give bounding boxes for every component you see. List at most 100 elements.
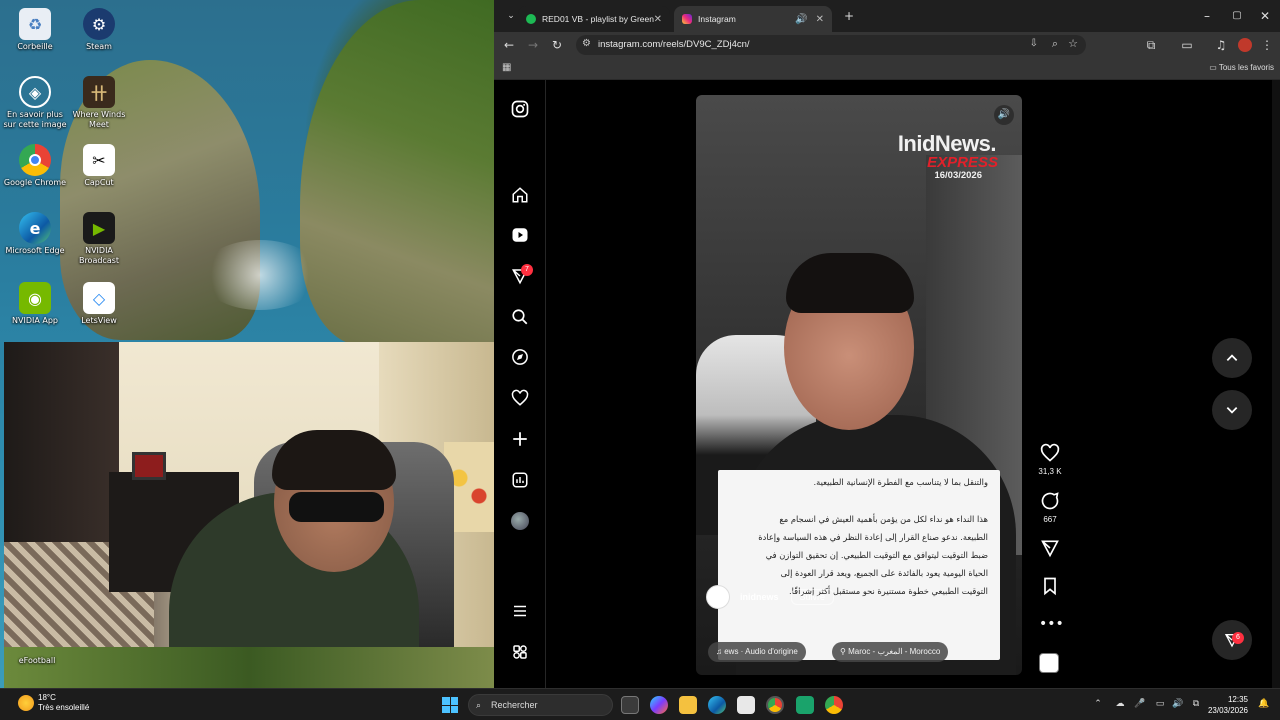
page-scrollbar[interactable]: [1272, 80, 1280, 688]
minimize-button[interactable]: –: [1192, 6, 1222, 26]
desktop-icon-letsview[interactable]: ◇ LetsView: [64, 282, 134, 326]
close-window-button[interactable]: ✕: [1250, 6, 1280, 26]
speaker-icon[interactable]: 🔊: [1172, 698, 1184, 710]
menu-icon[interactable]: ⋮: [1258, 36, 1276, 54]
audio-playing-icon[interactable]: 🔊: [795, 14, 807, 25]
store-icon[interactable]: [737, 696, 755, 714]
media-control-icon[interactable]: ♫: [1212, 36, 1230, 54]
cloud-icon[interactable]: ☁: [1114, 698, 1126, 710]
volume-icon[interactable]: 🔊: [994, 105, 1014, 125]
profile-avatar-icon[interactable]: [1236, 36, 1254, 54]
audio-pill[interactable]: ♫ ews · Audio d'origine: [708, 642, 806, 662]
nvidia-app-icon: ◉: [19, 282, 51, 314]
microphone-icon[interactable]: 🎤: [1134, 698, 1146, 710]
browser-toolbar: ← → ↻ ⚙ instagram.com/reels/DV9C_ZDj4cn/…: [494, 32, 1280, 58]
notifications-heart-icon[interactable]: [509, 387, 531, 409]
comment-icon[interactable]: [1039, 491, 1061, 515]
maximize-button[interactable]: ▢: [1222, 6, 1252, 26]
search-icon[interactable]: [509, 306, 531, 328]
desktop-icon-learn-more[interactable]: ◈ En savoir plus sur cette image: [0, 76, 70, 130]
audio-thumbnail[interactable]: [1039, 653, 1061, 673]
show-hidden-icons[interactable]: ⌃: [1092, 698, 1104, 710]
chrome-profile-taskbar-icon[interactable]: [825, 696, 843, 714]
explore-icon[interactable]: [509, 346, 531, 368]
all-bookmarks-folder[interactable]: ▭ Tous les favoris: [1209, 63, 1274, 72]
instagram-logo-icon[interactable]: [509, 98, 531, 120]
steam-icon: ⚙: [83, 8, 115, 40]
site-info-icon[interactable]: ⚙: [582, 38, 591, 49]
desktop-icon-label: En savoir plus sur cette image: [3, 110, 67, 129]
reel-video[interactable]: InidNews. EXPRESS 16/03/2026 🔊 والتنقل ب…: [696, 95, 1022, 675]
more-options-icon[interactable]: •••: [1039, 616, 1064, 632]
video-person-hair: [786, 253, 914, 313]
forward-icon[interactable]: →: [524, 36, 542, 54]
desktop-icon-label: Microsoft Edge: [5, 246, 65, 255]
desktop-wallpaper: ♻ Corbeille ⚙ Steam ◈ En savoir plus sur…: [0, 0, 494, 688]
profile-avatar[interactable]: [509, 510, 531, 532]
desktop-icon-edge[interactable]: e Microsoft Edge: [0, 212, 70, 256]
reel-author[interactable]: inidnews Suivre: [706, 585, 835, 609]
desktop-icon-nvidia-broadcast[interactable]: ▶ NVIDIA Broadcast: [64, 212, 134, 266]
desktop-icon-where-winds-meet[interactable]: 卄 Where Winds Meet: [64, 76, 134, 130]
desktop-icon-recycle-bin[interactable]: ♻ Corbeille: [0, 8, 70, 52]
previous-reel-button[interactable]: [1212, 338, 1252, 378]
author-username[interactable]: inidnews: [740, 592, 779, 602]
also-from-meta-icon[interactable]: [509, 641, 531, 663]
tab-instagram[interactable]: Instagram 🔊 ✕: [674, 6, 832, 32]
tab-title: RED01 VB - playlist by Greenbo: [542, 14, 654, 24]
desktop-icon-capcut[interactable]: ✂ CapCut: [64, 144, 134, 188]
follow-button[interactable]: Suivre: [790, 589, 835, 605]
author-avatar[interactable]: [706, 585, 730, 609]
apps-grid-icon[interactable]: ▦: [502, 62, 511, 73]
create-plus-icon[interactable]: [509, 428, 531, 450]
edge-taskbar-icon[interactable]: [708, 696, 726, 714]
weather-widget[interactable]: 18°C Très ensoleillé: [18, 693, 89, 713]
screen: ♻ Corbeille ⚙ Steam ◈ En savoir plus sur…: [0, 0, 1280, 720]
desktop-icon-chrome[interactable]: Google Chrome: [0, 144, 70, 188]
folder-icon: ▭: [1209, 63, 1219, 72]
bookmark-star-icon[interactable]: ☆: [1068, 37, 1078, 50]
network-icon[interactable]: ⧉: [1190, 698, 1202, 710]
start-button[interactable]: [442, 697, 458, 713]
reels-icon[interactable]: [509, 224, 531, 246]
taskbar-search[interactable]: ⌕ Rechercher: [468, 694, 613, 716]
sidebar-icon[interactable]: ▭: [1178, 36, 1196, 54]
home-icon[interactable]: [509, 184, 531, 206]
chrome-taskbar-icon[interactable]: [766, 696, 784, 714]
notifications-bell-icon[interactable]: 🔔: [1258, 698, 1270, 710]
desktop-icon-label: Where Winds Meet: [72, 110, 126, 129]
messages-badge: 7: [521, 264, 533, 276]
tab-spotify[interactable]: RED01 VB - playlist by Greenbo ✕: [518, 6, 670, 32]
next-reel-button[interactable]: [1212, 390, 1252, 430]
back-icon[interactable]: ←: [500, 36, 518, 54]
desktop-icon-efootball[interactable]: eFootball: [2, 644, 72, 666]
close-tab-icon[interactable]: ✕: [816, 14, 824, 25]
file-explorer-icon[interactable]: [679, 696, 697, 714]
zoom-icon[interactable]: ⌕: [1052, 37, 1058, 51]
save-bookmark-icon[interactable]: [1039, 576, 1061, 600]
webcam-person-sunglasses: [289, 492, 384, 522]
share-icon[interactable]: [1039, 538, 1061, 562]
webcam-overlay: [4, 342, 494, 647]
wallpaper-cliff-right: [300, 0, 494, 345]
location-pill[interactable]: ⚲ Maroc - المغرب - Morocco: [832, 642, 949, 662]
desktop-icon-nvidia-app[interactable]: ◉ NVIDIA App: [0, 282, 70, 326]
close-tab-icon[interactable]: ✕: [654, 14, 662, 25]
app-taskbar-icon[interactable]: [796, 696, 814, 714]
clock[interactable]: 12:35 23/03/2026: [1208, 694, 1248, 716]
copilot-icon[interactable]: [650, 696, 668, 714]
like-icon[interactable]: [1039, 443, 1061, 467]
weather-desc: Très ensoleillé: [38, 703, 90, 712]
desktop-icon-steam[interactable]: ⚙ Steam: [64, 8, 134, 52]
video-brand-subtitle: EXPRESS: [927, 154, 998, 171]
task-view-icon[interactable]: [621, 696, 639, 714]
dashboard-icon[interactable]: [509, 469, 531, 491]
messages-float-badge: 6: [1232, 632, 1244, 644]
address-bar[interactable]: ⚙ instagram.com/reels/DV9C_ZDj4cn/ ⇩ ⌕ ☆: [576, 35, 1086, 55]
new-tab-button[interactable]: +: [834, 6, 864, 26]
more-menu-icon[interactable]: [509, 600, 531, 622]
display-icon[interactable]: ▭: [1154, 698, 1166, 710]
install-app-icon[interactable]: ⇩: [1030, 38, 1038, 49]
extensions-icon[interactable]: ⧉: [1142, 36, 1160, 54]
reload-icon[interactable]: ↻: [548, 36, 566, 54]
